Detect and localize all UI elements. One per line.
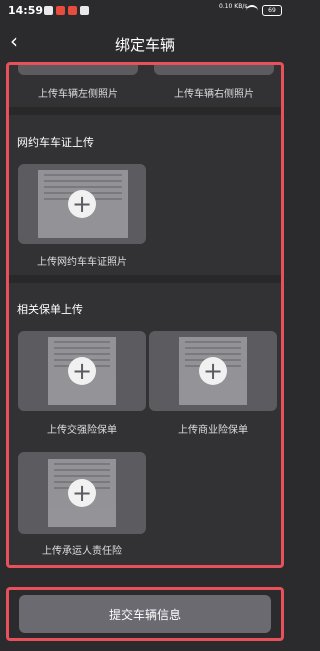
- vehicle-right-photo-upload[interactable]: [154, 65, 274, 75]
- ride-permit-section-title: 网约车车证上传: [17, 136, 94, 149]
- network-speed: 0.10 KB/s: [219, 3, 248, 10]
- section-divider: [9, 107, 281, 115]
- plus-icon: +: [68, 190, 96, 218]
- plus-icon: +: [68, 357, 96, 385]
- nav-bar: ‹ 绑定车辆: [0, 22, 290, 62]
- plus-icon: +: [199, 357, 227, 385]
- app-notification-icon: [68, 6, 77, 15]
- status-app-icons: [44, 6, 89, 15]
- compulsory-insurance-upload[interactable]: +: [18, 331, 146, 411]
- commercial-insurance-upload[interactable]: +: [149, 331, 277, 411]
- app-notification-icon: [80, 6, 89, 15]
- wifi-icon: [246, 5, 258, 16]
- compulsory-insurance-label: 上传交强险保单: [47, 425, 117, 436]
- status-right-icons: 69: [246, 5, 282, 16]
- ride-permit-upload[interactable]: +: [18, 164, 146, 244]
- ride-permit-upload-label: 上传网约车车证照片: [37, 257, 127, 268]
- vehicle-left-photo-label: 上传车辆左侧照片: [38, 89, 118, 100]
- carrier-liability-insurance-label: 上传承运人责任险: [42, 546, 122, 557]
- section-divider: [9, 275, 281, 283]
- page-title: 绑定车辆: [114, 36, 175, 54]
- app-notification-icon: [44, 6, 53, 15]
- battery-icon: 69: [262, 5, 282, 16]
- commercial-insurance-label: 上传商业险保单: [178, 425, 248, 436]
- plus-icon: +: [68, 479, 96, 507]
- vehicle-right-photo-label: 上传车辆右侧照片: [174, 89, 254, 100]
- app-notification-icon: [56, 6, 65, 15]
- status-time: 14:59: [8, 4, 44, 17]
- submit-area: 提交车辆信息: [6, 587, 284, 641]
- insurance-section-title: 相关保单上传: [17, 303, 83, 316]
- vehicle-left-photo-upload[interactable]: [18, 65, 138, 75]
- upload-content-area[interactable]: 上传车辆左侧照片 上传车辆右侧照片 网约车车证上传 + 上传网约车车证照片 相关…: [6, 62, 284, 568]
- submit-vehicle-info-button[interactable]: 提交车辆信息: [19, 595, 271, 633]
- carrier-liability-insurance-upload[interactable]: +: [18, 452, 146, 534]
- status-bar: 14:59 0.10 KB/s 69: [0, 0, 290, 22]
